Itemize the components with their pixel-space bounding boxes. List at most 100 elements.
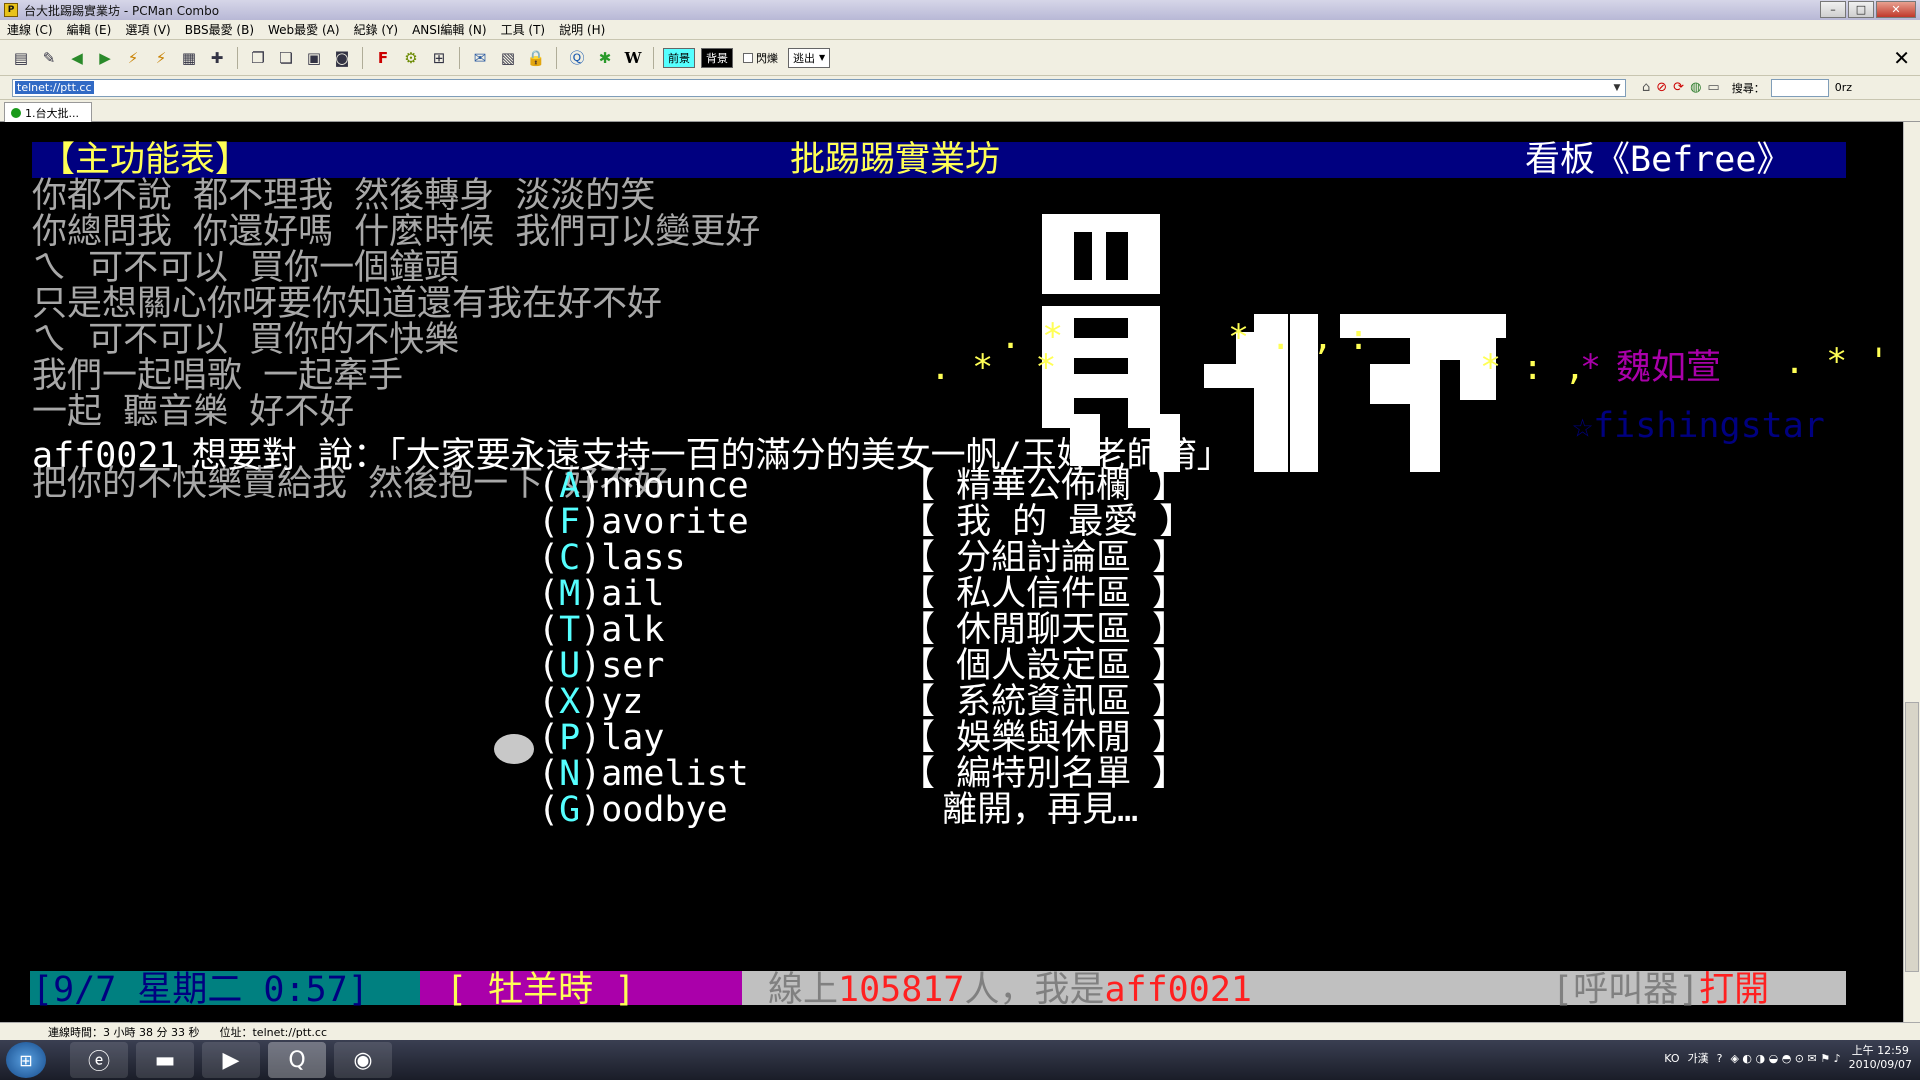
help-icon[interactable]: ? — [1717, 1052, 1723, 1065]
maximize-button[interactable]: □ — [1848, 1, 1874, 18]
new-window-icon[interactable]: ▤ — [10, 47, 32, 69]
tray-icons[interactable]: ◈ ◐ ◑ ◒ ◓ ⊙ ✉ ⚑ ♪ — [1730, 1052, 1840, 1065]
ie-icon[interactable]: ⓔ — [70, 1042, 128, 1078]
menu-view[interactable]: 選項 (V) — [118, 21, 177, 38]
copy-icon[interactable]: ▦ — [178, 47, 200, 69]
home-icon[interactable]: ⌂ — [1642, 80, 1650, 95]
menu-key: U — [559, 646, 581, 686]
lyric-line: 我們一起唱歌 一起牽手 — [32, 356, 404, 396]
search-input[interactable] — [1770, 78, 1829, 97]
vertical-scrollbar[interactable] — [1903, 122, 1920, 1022]
pcman-taskbar-icon[interactable]: Q — [268, 1042, 326, 1078]
language-indicator[interactable]: KO — [1664, 1052, 1679, 1065]
escape-dropdown[interactable]: 逃出 ▼ — [788, 47, 831, 68]
bbs-icon[interactable]: Ⓠ — [566, 47, 588, 69]
cursor-indicator — [494, 734, 534, 764]
folder-icon[interactable]: ▬ — [136, 1042, 194, 1078]
header-right: 看板《Befree》 — [1525, 140, 1792, 180]
pcman-window: P 台大批踢踢實業坊 - PCMan Combo – □ ✕ 連線 (C) 編輯… — [0, 0, 1920, 1080]
globe-icon[interactable]: ◍ — [1690, 80, 1701, 95]
menu-rest: amelist — [601, 754, 749, 794]
menu-log[interactable]: 紀錄 (Y) — [347, 21, 406, 38]
menu-desc: 【 我 的 最愛 】 — [900, 502, 1195, 542]
font-icon[interactable]: F — [372, 47, 394, 69]
foreground-color-button[interactable]: 前景 — [663, 47, 695, 68]
search-engine-select[interactable]: 0rz — [1835, 81, 1852, 94]
sparkle-mid: * . , — [1228, 318, 1334, 358]
terminal-icon[interactable]: ▭ — [1707, 80, 1719, 95]
page-view-icon[interactable]: ▣ — [303, 47, 325, 69]
background-color-button[interactable]: 背景 — [701, 47, 733, 68]
forward-icon[interactable]: ▶ — [94, 47, 116, 69]
tab-ptt[interactable]: 1.台大批... — [4, 102, 92, 122]
menu-ansi-edit[interactable]: ANSI編輯 (N) — [405, 21, 494, 38]
tab-label: 1.台大批... — [25, 106, 79, 120]
start-button[interactable]: ⊞ — [6, 1042, 46, 1078]
menu-tools[interactable]: 工具 (T) — [494, 21, 553, 38]
tab-bar: 1.台大批... — [0, 100, 1920, 122]
gear-icon[interactable]: ⚙ — [400, 47, 422, 69]
refresh-icon[interactable]: ⟳ — [1673, 80, 1684, 95]
menu-desc: 【 精華公佈欄 】 — [900, 466, 1188, 506]
menu-desc: 【 娛樂與休閒 】 — [900, 718, 1188, 758]
terminal-screen[interactable]: 【主功能表】 批踢踢實業坊 看板《Befree》 你都不說 都不理我 然後轉身 … — [0, 122, 1920, 1022]
disconnect-icon[interactable]: ⚡ — [150, 47, 172, 69]
address-input[interactable]: telnet://ptt.cc ▼ — [12, 78, 1626, 97]
menu-desc: 【 休閒聊天區 】 — [900, 610, 1188, 650]
lock-icon[interactable]: 🔒 — [525, 47, 547, 69]
close-tab-icon[interactable]: ✕ — [1893, 46, 1910, 70]
reconnect-icon[interactable]: ⚡ — [122, 47, 144, 69]
menu-web-favorites[interactable]: Web最愛 (A) — [261, 21, 347, 38]
online-prefix: 線上 — [768, 970, 839, 1010]
menu-help[interactable]: 說明 (H) — [552, 21, 612, 38]
window-title: 台大批踢踢實業坊 - PCMan Combo — [24, 3, 220, 18]
menu-desc: 【 分組討論區 】 — [900, 538, 1188, 578]
paste-icon[interactable]: ✚ — [206, 47, 228, 69]
stop-icon[interactable]: ⊘ — [1656, 80, 1667, 95]
menu-connection[interactable]: 連線 (C) — [0, 21, 60, 38]
media-player-icon[interactable]: ▶ — [202, 1042, 260, 1078]
status-address: 位址：telnet://ptt.cc — [219, 1025, 327, 1039]
author-star: * — [1580, 348, 1602, 388]
menu-rest: avorite — [601, 502, 749, 542]
new-tab-icon[interactable]: ✎ — [38, 47, 60, 69]
menu-key: F — [559, 502, 581, 542]
blink-checkbox[interactable]: 閃爍 — [739, 48, 782, 68]
menu-bbs-favorites[interactable]: BBS最愛 (B) — [178, 21, 261, 38]
lyric-line: 你都不說 都不理我 然後轉身 淡淡的笑 — [32, 176, 656, 216]
minimize-button[interactable]: – — [1820, 1, 1846, 18]
sparkle-right: * : , — [1480, 348, 1586, 388]
sparkle-mid2: : — [1348, 318, 1370, 358]
author-sparkle: . * ' , — [1784, 342, 1920, 382]
search-page-icon[interactable]: ◙ — [331, 47, 353, 69]
mail-icon[interactable]: ✉ — [469, 47, 491, 69]
clock[interactable]: 上午 12:59 2010/09/07 — [1849, 1044, 1912, 1072]
back-icon[interactable]: ◀ — [66, 47, 88, 69]
app-icon[interactable]: ◉ — [334, 1042, 392, 1078]
menu-rest: ail — [601, 574, 665, 614]
say-user: aff0021 — [32, 436, 180, 476]
fullscreen-icon[interactable]: ⊞ — [428, 47, 450, 69]
blink-label: 閃爍 — [756, 51, 778, 65]
menu-key: P — [559, 718, 581, 758]
scrollbar-thumb[interactable] — [1905, 702, 1919, 972]
menu-key: X — [559, 682, 581, 722]
system-tray: KO 가漢 ? ◈ ◐ ◑ ◒ ◓ ⊙ ✉ ⚑ ♪ 上午 12:59 2010/… — [1664, 1044, 1912, 1072]
chevron-down-icon[interactable]: ▼ — [1609, 83, 1625, 93]
lyric-line: ㄟ 可不可以 買你一個鐘頭 — [32, 248, 460, 288]
status-datetime: [9/7 星期二 0:57] — [32, 970, 369, 1010]
asterisk-icon[interactable]: ✱ — [594, 47, 616, 69]
page-paste-icon[interactable]: ❏ — [275, 47, 297, 69]
menu-edit[interactable]: 編輯 (E) — [60, 21, 119, 38]
pager-state: 打開 — [1699, 970, 1770, 1010]
menu-key: A — [559, 466, 581, 506]
page-copy-icon[interactable]: ❐ — [247, 47, 269, 69]
close-button[interactable]: ✕ — [1876, 1, 1916, 18]
menu-bar: 連線 (C) 編輯 (E) 選項 (V) BBS最愛 (B) Web最愛 (A)… — [0, 20, 1920, 40]
view-icon[interactable]: ▧ — [497, 47, 519, 69]
ime-indicator[interactable]: 가漢 — [1687, 1050, 1708, 1066]
wikipedia-icon[interactable]: W — [622, 47, 644, 69]
author-name: 魏如萱 — [1616, 348, 1722, 388]
clock-time: 上午 12:59 — [1851, 1044, 1909, 1057]
lyric-line: 一起 聽音樂 好不好 — [32, 392, 355, 432]
